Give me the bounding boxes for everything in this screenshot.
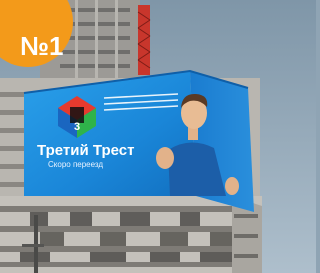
brand-name: Третий Трест bbox=[37, 142, 135, 159]
rank-badge-label: №1 bbox=[20, 31, 64, 61]
brand-tagline: Скоро переезд bbox=[48, 160, 104, 169]
crane-tower bbox=[137, 5, 151, 75]
logo-number: 3 bbox=[73, 121, 81, 133]
